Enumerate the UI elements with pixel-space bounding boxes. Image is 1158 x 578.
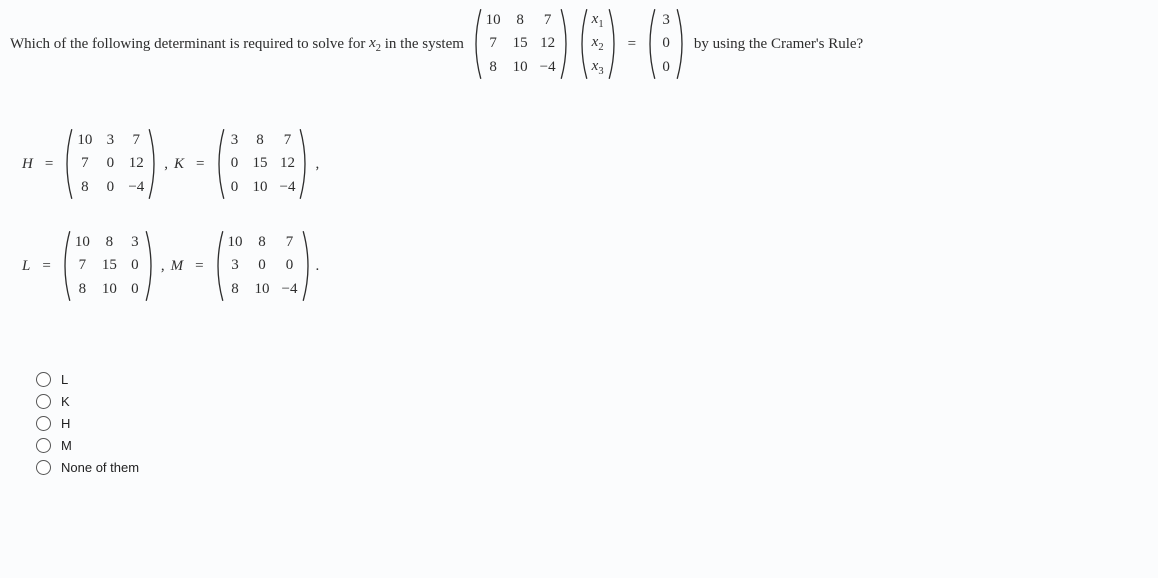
- label-H: H: [22, 156, 39, 173]
- equals-sign: =: [622, 36, 642, 53]
- option-K[interactable]: K: [36, 394, 1148, 409]
- matrix-M: 1087 300 810−4: [212, 230, 314, 302]
- radio-icon[interactable]: [36, 394, 51, 409]
- question-line: Which of the following determinant is re…: [10, 8, 1148, 80]
- comma: ,: [159, 258, 171, 275]
- label-M: M: [171, 258, 190, 275]
- comma: ,: [162, 156, 174, 173]
- matrix-A: 1087 71512 810−4: [470, 8, 572, 80]
- label-L: L: [22, 258, 36, 275]
- vector-b: 3 0 0: [644, 8, 688, 80]
- option-label: L: [61, 372, 68, 387]
- question-text-before: Which of the following determinant is re…: [10, 36, 369, 53]
- option-label: None of them: [61, 460, 139, 475]
- radio-icon[interactable]: [36, 416, 51, 431]
- option-none[interactable]: None of them: [36, 460, 1148, 475]
- vector-x: x1 x2 x3: [576, 8, 620, 80]
- option-label: H: [61, 416, 70, 431]
- radio-icon[interactable]: [36, 460, 51, 475]
- def-row-HK: H = 1037 7012 80−4 , K = 387 01512 010−4…: [22, 128, 1148, 200]
- question-text-mid: in the system: [381, 36, 468, 53]
- def-row-LM: L = 1083 7150 8100 , M = 1087 300 810−4 …: [22, 230, 1148, 302]
- question-text-after: by using the Cramer's Rule?: [690, 36, 863, 53]
- option-label: K: [61, 394, 70, 409]
- period: .: [316, 258, 320, 275]
- question-variable: x2: [369, 35, 381, 54]
- radio-icon[interactable]: [36, 372, 51, 387]
- matrix-H: 1037 7012 80−4: [61, 128, 160, 200]
- radio-icon[interactable]: [36, 438, 51, 453]
- option-M[interactable]: M: [36, 438, 1148, 453]
- option-label: M: [61, 438, 72, 453]
- option-L[interactable]: L: [36, 372, 1148, 387]
- matrix-L: 1083 7150 8100: [59, 230, 157, 302]
- option-H[interactable]: H: [36, 416, 1148, 431]
- answer-options: L K H M None of them: [36, 372, 1148, 475]
- label-K: K: [174, 156, 190, 173]
- matrix-definitions: H = 1037 7012 80−4 , K = 387 01512 010−4…: [22, 128, 1148, 302]
- comma: ,: [313, 156, 325, 173]
- matrix-K: 387 01512 010−4: [213, 128, 312, 200]
